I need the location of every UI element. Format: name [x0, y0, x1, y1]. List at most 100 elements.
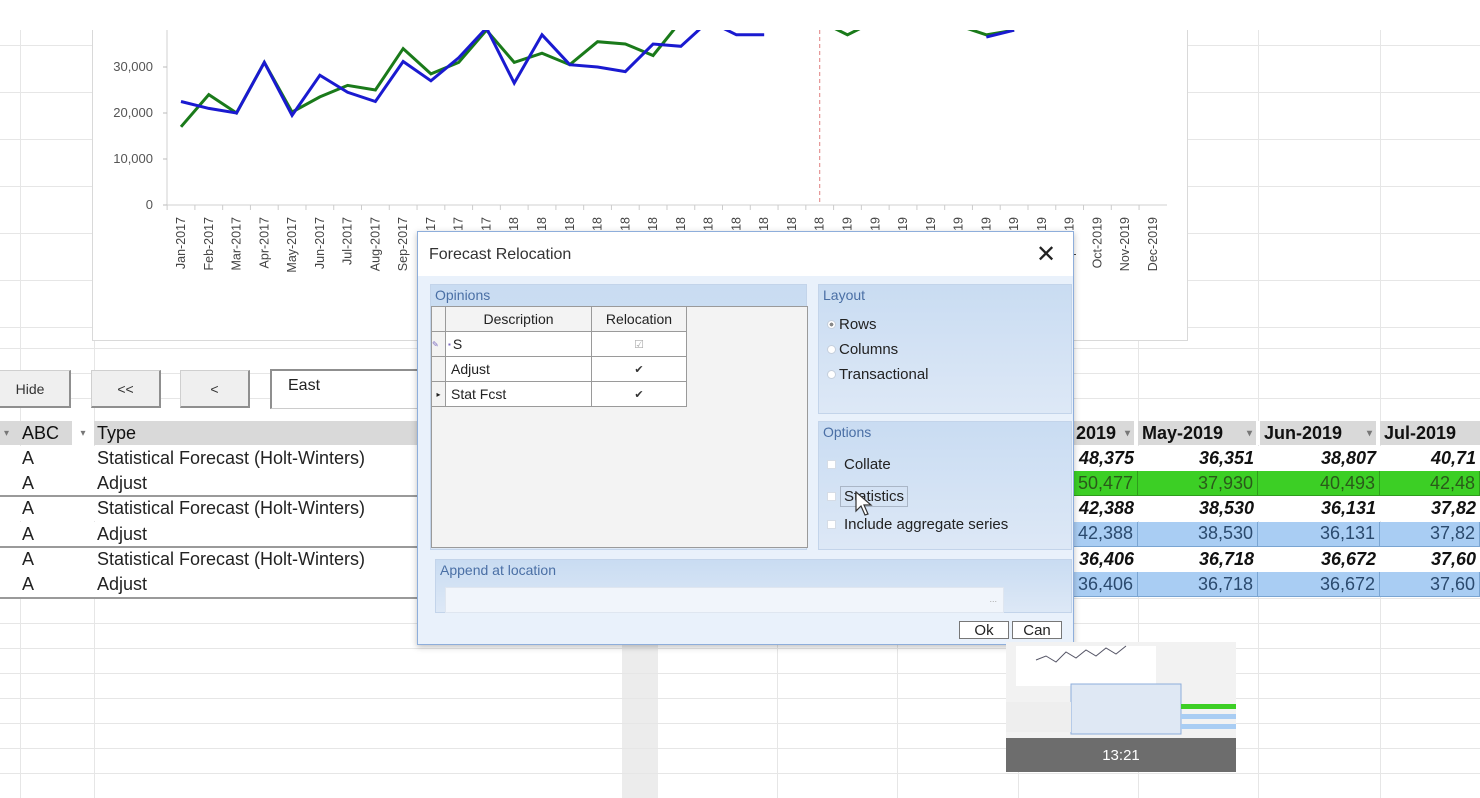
description-cell[interactable]: Adjust — [446, 357, 592, 382]
relocation-checkbox[interactable]: ☑ — [592, 332, 687, 357]
x-tick-label: Jan-2017 — [174, 217, 188, 269]
value-cell[interactable]: 42,388 — [1072, 521, 1138, 547]
grid-column-line — [1258, 30, 1259, 798]
table-row[interactable]: A Statistical Forecast (Holt-Winters) — [0, 546, 420, 572]
value-cell[interactable]: 48,375 — [1072, 446, 1138, 471]
layout-columns-radio[interactable]: Columns — [827, 341, 898, 358]
relocation-checkbox[interactable]: ✔ — [592, 357, 687, 382]
row-selector[interactable]: ▸ — [432, 382, 446, 407]
table-row[interactable]: A Adjust — [0, 521, 420, 547]
value-cell[interactable]: 50,477 — [1072, 471, 1138, 497]
collate-checkbox[interactable]: Collate — [827, 456, 891, 473]
value-cell[interactable]: 37,82 — [1380, 496, 1480, 522]
hide-button-label: Hide — [15, 380, 45, 397]
filter-dropdown-icon[interactable]: ▾ — [1367, 428, 1372, 439]
append-location-input[interactable]: ... — [445, 587, 1004, 613]
value-cell[interactable]: 40,493 — [1258, 471, 1380, 497]
top-margin — [0, 0, 1480, 30]
value-cell[interactable]: 38,807 — [1258, 446, 1380, 471]
column-header-abc[interactable]: ABC — [20, 421, 74, 445]
region-selector[interactable]: East — [270, 369, 430, 409]
filter-dropdown-icon[interactable]: ▾ — [1125, 428, 1130, 439]
filter-dropdown-icon[interactable]: ▾ — [4, 428, 9, 439]
region-value: East — [288, 377, 321, 394]
y-tick-label: 10,000 — [113, 151, 153, 166]
value-cell[interactable]: 36,672 — [1258, 546, 1380, 572]
relocation-check: ✔ — [634, 363, 644, 376]
hide-button[interactable]: Hide — [0, 370, 71, 408]
column-header-type[interactable]: Type — [97, 423, 136, 444]
table-row[interactable]: A Statistical Forecast (Holt-Winters) — [0, 446, 420, 471]
video-preview-thumbnail[interactable]: 13:21 — [1006, 642, 1236, 772]
browse-button[interactable]: ... — [989, 594, 997, 604]
description-text: S — [452, 336, 463, 352]
grid-row-line — [0, 92, 92, 93]
ok-button[interactable]: Ok — [959, 621, 1009, 639]
column-header-month[interactable]: Jul-2019▾ — [1380, 421, 1480, 445]
abc-filter-dropdown-icon[interactable]: ▾ — [72, 421, 94, 445]
first-button[interactable]: << — [91, 370, 161, 408]
value-cell[interactable]: 42,388 — [1072, 496, 1138, 522]
description-cell-editing[interactable]: ▪ S — [446, 332, 592, 357]
close-icon[interactable]: ✕ — [1033, 240, 1059, 269]
value-cell[interactable]: 42,48 — [1380, 471, 1480, 497]
value-cell[interactable]: 40,71 — [1380, 446, 1480, 471]
layout-transactional-radio[interactable]: Transactional — [827, 366, 929, 383]
table-row[interactable]: A Statistical Forecast (Holt-Winters) — [0, 496, 420, 522]
grid-row-line — [0, 139, 92, 140]
checkbox-label: Statistics — [840, 486, 909, 507]
value-cell[interactable]: 36,131 — [1258, 521, 1380, 547]
table-row[interactable]: A Adjust — [0, 471, 420, 497]
value-cell[interactable]: 37,930 — [1138, 471, 1258, 497]
description-cell[interactable]: Stat Fcst — [446, 382, 592, 407]
type-cell: Statistical Forecast (Holt-Winters) — [97, 498, 366, 519]
value-cell[interactable]: 36,672 — [1258, 572, 1380, 597]
table-row[interactable]: A Adjust — [0, 572, 420, 597]
grid-row-line — [0, 45, 92, 46]
grid-row-line — [0, 233, 92, 234]
options-title: Options — [823, 424, 872, 440]
row-selector[interactable] — [432, 357, 446, 382]
radio-label: Columns — [839, 341, 899, 358]
relocation-checkbox[interactable]: ✔ — [592, 382, 687, 407]
checkbox-icon — [827, 492, 836, 501]
radio-label: Transactional — [839, 366, 929, 383]
column-header-month[interactable]: 2019 ▾ — [1072, 421, 1134, 445]
column-relocation[interactable]: Relocation — [592, 307, 687, 332]
column-description[interactable]: Description — [446, 307, 592, 332]
value-cell[interactable]: 36,351 — [1138, 446, 1258, 471]
include-aggregate-checkbox[interactable]: Include aggregate series — [827, 516, 1008, 533]
grid-column-line — [20, 30, 21, 798]
filter-dropdown-icon[interactable]: ▾ — [1247, 428, 1252, 439]
abc-cell: A — [22, 498, 35, 519]
forecast-relocation-dialog: Forecast Relocation ✕ Opinions Descripti… — [417, 231, 1074, 645]
table-header-right: 2019 ▾ May-2019 ▾ Jun-2019 ▾ Jul-2019▾ — [1072, 421, 1480, 445]
cancel-button[interactable]: Can — [1012, 621, 1062, 639]
value-cell[interactable]: 36,718 — [1138, 572, 1258, 597]
value-cell[interactable]: 36,406 — [1072, 546, 1138, 572]
value-cell[interactable]: 36,406 — [1072, 572, 1138, 597]
cancel-label: Can — [1023, 621, 1051, 639]
value-cell[interactable]: 36,718 — [1138, 546, 1258, 572]
value-cell[interactable]: 38,530 — [1138, 521, 1258, 547]
abc-cell: A — [22, 448, 35, 468]
radio-icon — [827, 320, 836, 329]
layout-rows-radio[interactable]: Rows — [827, 316, 877, 333]
previous-button[interactable]: < — [180, 370, 250, 408]
value-cell[interactable]: 37,82 — [1380, 521, 1480, 547]
column-header-month[interactable]: May-2019 ▾ — [1138, 421, 1256, 445]
options-panel: Options Collate Statistics Include aggre… — [818, 421, 1072, 550]
current-row-arrow-icon: ▸ — [436, 389, 441, 399]
value-cell[interactable]: 37,60 — [1380, 572, 1480, 597]
grid-row-line — [0, 327, 92, 328]
type-cell: Adjust — [97, 473, 148, 494]
value-cell[interactable]: 36,131 — [1258, 496, 1380, 522]
new-row-icon: ▪ — [448, 339, 451, 349]
value-cell[interactable]: 37,60 — [1380, 546, 1480, 572]
column-header-month[interactable]: Jun-2019 ▾ — [1260, 421, 1376, 445]
row-edit-indicator: ✎ — [432, 332, 446, 357]
type-cell: Statistical Forecast (Holt-Winters) — [97, 448, 366, 468]
mouse-cursor-icon — [855, 491, 873, 516]
value-cell[interactable]: 38,530 — [1138, 496, 1258, 522]
x-tick-label: Jul-2017 — [341, 217, 355, 265]
